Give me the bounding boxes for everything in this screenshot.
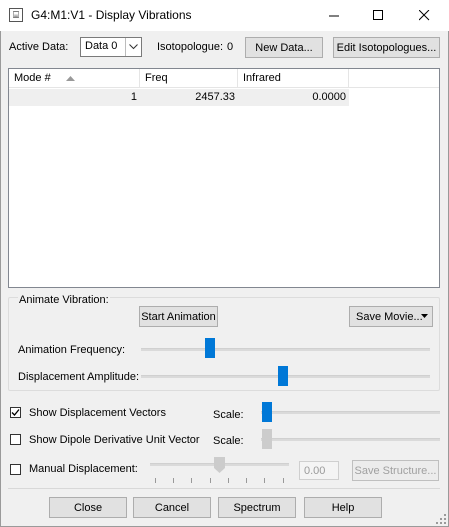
active-data-label: Active Data:	[9, 41, 69, 53]
app-icon: ⌸	[9, 8, 23, 22]
column-header-infrared[interactable]: Infrared	[238, 69, 349, 88]
dropdown-arrow-icon	[421, 314, 428, 318]
maximize-icon[interactable]	[355, 0, 401, 31]
start-animation-button[interactable]: Start Animation	[139, 306, 218, 327]
save-movie-button[interactable]: Save Movie...	[349, 306, 433, 327]
show-dipole-label: Show Dipole Derivative Unit Vector	[29, 434, 200, 446]
isotopologue-value: 0	[227, 41, 234, 53]
new-data-button[interactable]: New Data...	[245, 37, 323, 58]
modes-table[interactable]: Mode # Freq Infrared 1 2457.33 0.0000	[8, 68, 440, 288]
active-data-select[interactable]: Data 0	[80, 37, 142, 57]
resize-grip[interactable]	[436, 514, 446, 524]
title-bar[interactable]: ⌸ G4:M1:V1 - Display Vibrations	[0, 0, 449, 31]
vectors-scale-track[interactable]	[261, 411, 440, 414]
spectrum-button[interactable]: Spectrum	[218, 497, 296, 518]
table-row[interactable]: 1 2457.33 0.0000	[9, 89, 349, 106]
show-dipole-checkbox[interactable]	[10, 434, 21, 445]
active-data-value: Data 0	[85, 40, 118, 52]
isotopologue-label: Isotopologue:	[157, 41, 224, 53]
column-header-filler	[349, 69, 439, 88]
vectors-scale-slider[interactable]	[262, 402, 272, 422]
bottom-separator	[8, 488, 440, 489]
manual-displacement-input: 0.00	[299, 461, 339, 480]
animation-frequency-label: Animation Frequency:	[18, 344, 125, 356]
close-button[interactable]: Close	[49, 497, 127, 518]
cancel-button[interactable]: Cancel	[133, 497, 211, 518]
column-header-freq[interactable]: Freq	[140, 69, 238, 88]
displacement-amplitude-label: Displacement Amplitude:	[18, 371, 140, 383]
animation-frequency-track[interactable]	[141, 348, 430, 351]
chevron-down-icon[interactable]	[125, 38, 141, 56]
cell-freq: 2457.33	[195, 91, 235, 103]
vectors-scale-label: Scale:	[213, 409, 244, 421]
cell-infrared: 0.0000	[312, 91, 346, 103]
manual-displacement-checkbox[interactable]	[10, 464, 21, 475]
column-header-mode[interactable]: Mode #	[9, 69, 140, 88]
save-movie-label: Save Movie...	[356, 310, 423, 323]
displacement-amplitude-slider[interactable]	[277, 366, 288, 386]
sort-up-icon	[66, 76, 75, 81]
dipole-scale-track	[261, 438, 440, 441]
manual-displacement-slider	[214, 457, 225, 473]
checkmark-icon	[11, 409, 20, 416]
show-vectors-checkbox[interactable]	[10, 407, 21, 418]
dipole-scale-slider	[262, 429, 272, 449]
manual-displacement-label: Manual Displacement:	[29, 463, 138, 475]
show-vectors-label: Show Displacement Vectors	[29, 407, 166, 419]
animate-vibration-label: Animate Vibration:	[18, 294, 110, 306]
save-structure-button: Save Structure...	[352, 460, 439, 481]
cell-mode: 1	[130, 91, 137, 103]
close-icon[interactable]	[401, 0, 447, 31]
animation-frequency-slider[interactable]	[205, 338, 216, 358]
dipole-scale-label: Scale:	[213, 435, 244, 447]
window-title: G4:M1:V1 - Display Vibrations	[31, 8, 192, 22]
help-button[interactable]: Help	[304, 497, 382, 518]
minimize-icon[interactable]	[311, 0, 357, 31]
edit-isotopologues-button[interactable]: Edit Isotopologues...	[333, 37, 440, 58]
